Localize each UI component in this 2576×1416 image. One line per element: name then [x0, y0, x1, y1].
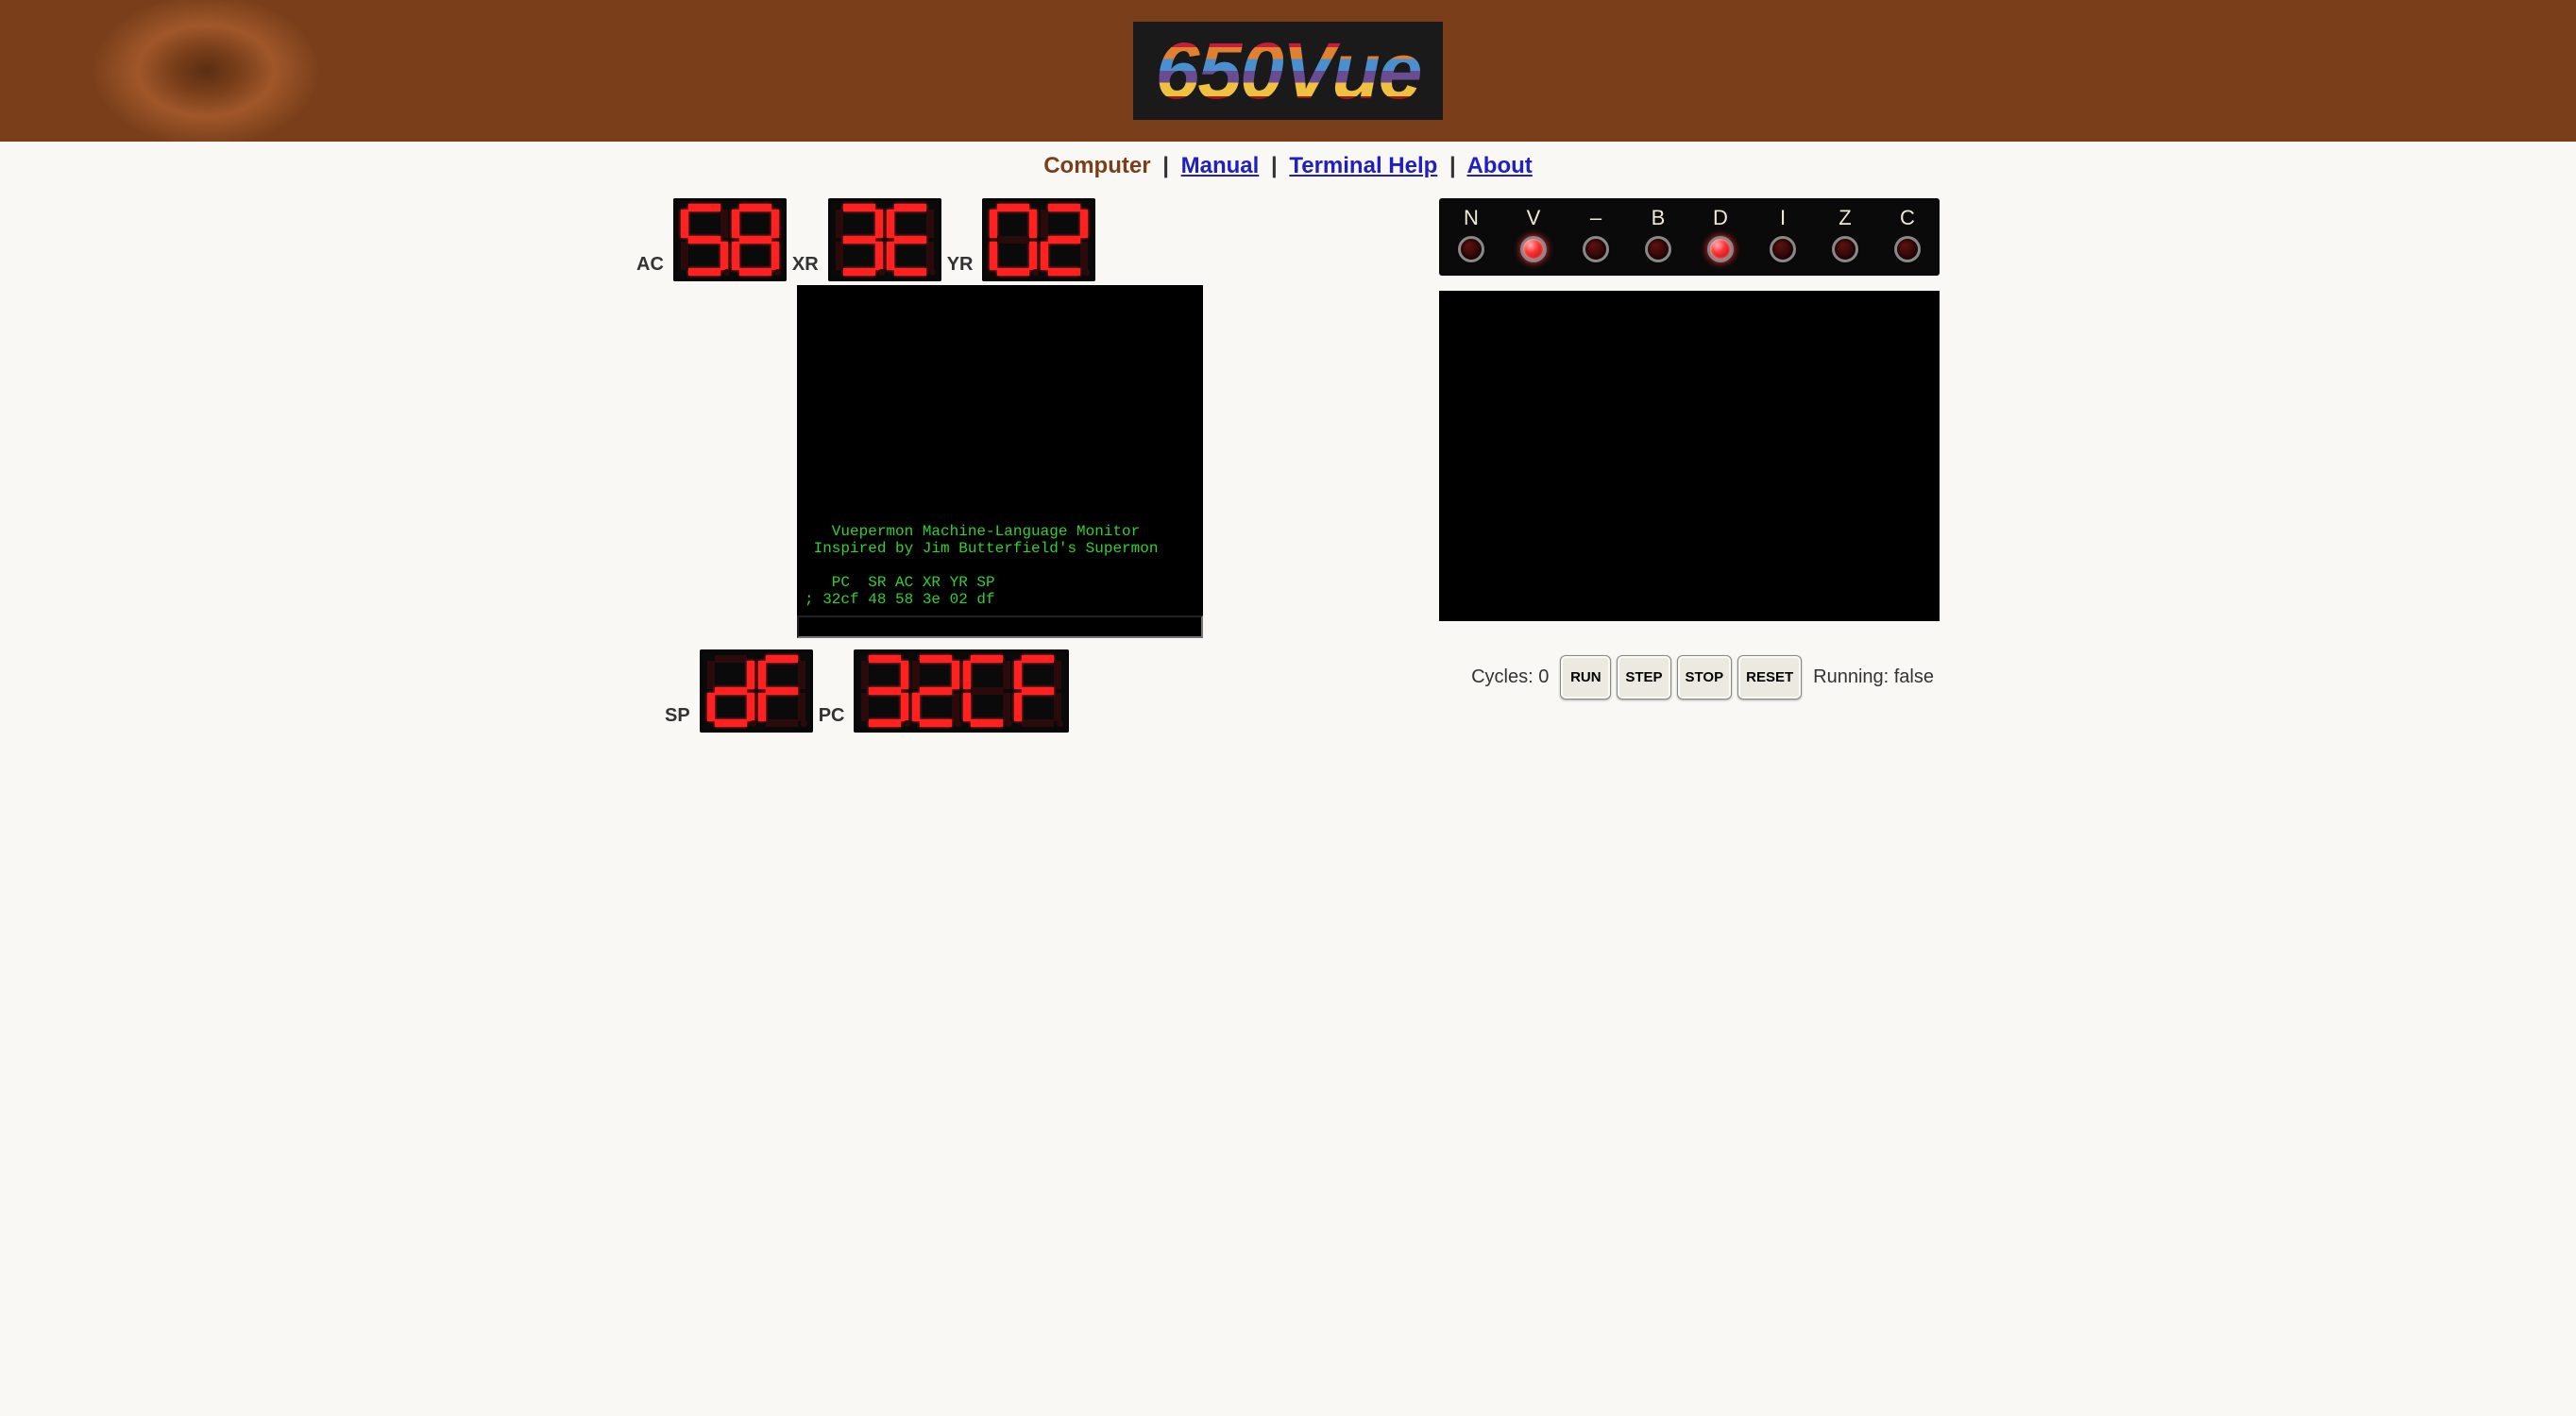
control-bar: Cycles: 0 RUN STEP STOP RESET Running: f… — [1439, 655, 1940, 700]
reg-xr-display — [828, 198, 941, 281]
flag-c: C — [1894, 206, 1921, 262]
flag-z: Z — [1832, 206, 1858, 262]
reg-sp-label: SP — [665, 705, 690, 727]
flag-led — [1458, 236, 1484, 262]
flag-led — [1894, 236, 1921, 262]
flag-d: D — [1707, 206, 1734, 262]
reg-ac-label: AC — [636, 254, 664, 276]
flag-led — [1520, 236, 1547, 262]
nav-terminal-help[interactable]: Terminal Help — [1289, 153, 1437, 178]
terminal-input[interactable] — [797, 615, 1203, 638]
logo-box: 650Vue — [1133, 22, 1444, 120]
flag-label: V — [1527, 206, 1541, 230]
flag-label: B — [1652, 206, 1666, 230]
reg-ac-display — [673, 198, 787, 281]
nav-manual[interactable]: Manual — [1181, 153, 1260, 178]
header-banner: 650Vue — [0, 0, 2576, 142]
reg-yr-label: YR — [947, 254, 974, 276]
flag-n: N — [1458, 206, 1484, 262]
reg-sp-display — [700, 649, 813, 733]
flag-–: – — [1583, 206, 1609, 262]
nav-about[interactable]: About — [1466, 153, 1532, 178]
flag-led — [1832, 236, 1858, 262]
flag-b: B — [1645, 206, 1671, 262]
flag-label: Z — [1839, 206, 1851, 230]
nav-bar: Computer | Manual | Terminal Help | Abou… — [0, 142, 2576, 198]
flag-v: V — [1520, 206, 1547, 262]
register-row-bottom: SP PC — [665, 649, 1203, 733]
cycles-label: Cycles: 0 — [1471, 666, 1549, 688]
stop-button[interactable]: STOP — [1677, 655, 1733, 700]
terminal-output: Vuepermon Machine-Language Monitor Inspi… — [797, 285, 1203, 615]
cycles-value: 0 — [1538, 666, 1549, 687]
logo-text: 650Vue — [1156, 31, 1421, 110]
flag-label: C — [1900, 206, 1915, 230]
reg-pc-label: PC — [819, 705, 845, 727]
reg-xr-label: XR — [792, 254, 819, 276]
reset-button[interactable]: RESET — [1737, 655, 1802, 700]
flag-led — [1707, 236, 1734, 262]
flag-label: N — [1464, 206, 1479, 230]
run-button[interactable]: RUN — [1560, 655, 1611, 700]
nav-computer[interactable]: Computer — [1043, 153, 1150, 178]
display-screen — [1439, 291, 1940, 621]
reg-pc-display — [854, 649, 1069, 733]
running-label: Running: false — [1813, 666, 1934, 688]
running-value: false — [1894, 666, 1934, 687]
flag-i: I — [1770, 206, 1796, 262]
status-flags-panel: NV–BDIZC — [1439, 198, 1940, 276]
flag-led — [1583, 236, 1609, 262]
flag-led — [1770, 236, 1796, 262]
register-row-top: AC XR YR — [636, 198, 1203, 281]
flag-label: – — [1590, 206, 1602, 230]
step-button[interactable]: STEP — [1617, 655, 1670, 700]
flag-led — [1645, 236, 1671, 262]
flag-label: I — [1780, 206, 1786, 230]
flag-label: D — [1713, 206, 1728, 230]
reg-yr-display — [982, 198, 1095, 281]
